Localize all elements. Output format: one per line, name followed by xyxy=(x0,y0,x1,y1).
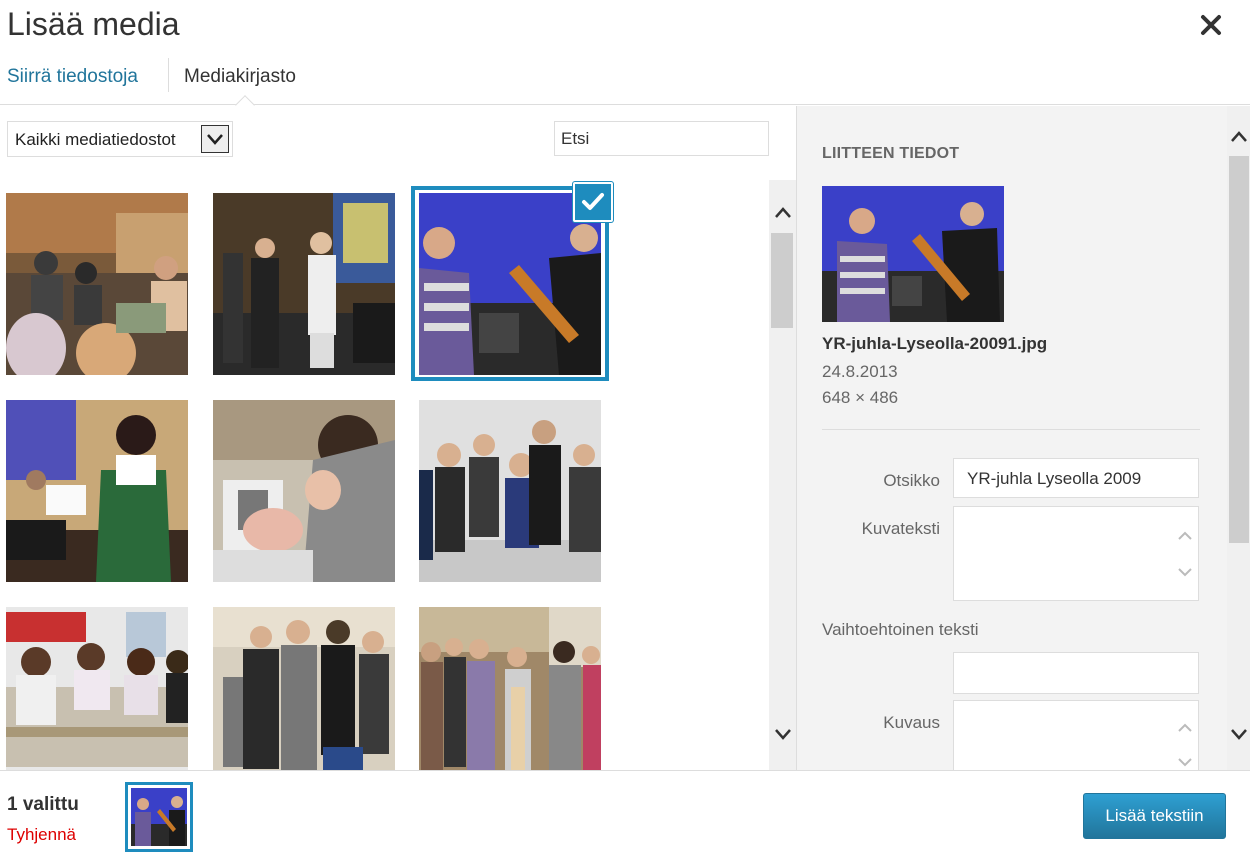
grid-scrollbar-thumb[interactable] xyxy=(771,233,793,328)
chevron-down-icon[interactable] xyxy=(1176,563,1194,581)
search-input[interactable] xyxy=(554,121,769,156)
caption-textarea[interactable] xyxy=(953,506,1199,601)
details-filename: YR-juhla-Lyseolla-20091.jpg xyxy=(822,334,1048,353)
group-hallway-photo xyxy=(419,607,601,789)
clear-selection-link[interactable]: Tyhjennä xyxy=(7,825,76,845)
media-router: Siirrä tiedostoja Mediakirjasto xyxy=(0,58,1250,115)
title-label: Otsikko xyxy=(883,471,940,490)
singers-stage-photo xyxy=(213,193,395,375)
selection-thumbnail[interactable] xyxy=(125,782,193,852)
media-filter-select[interactable]: Kaikki mediatiedostot xyxy=(7,121,233,157)
tab-media-library[interactable]: Mediakirjasto xyxy=(184,66,296,88)
selection-count: 1 valittu xyxy=(7,794,79,815)
guitar-players-preview xyxy=(822,186,1004,322)
chevron-up-icon[interactable] xyxy=(772,202,794,224)
attachment-student-microscope[interactable] xyxy=(213,400,395,582)
chevron-down-icon[interactable] xyxy=(772,723,794,745)
guitar-players-mini xyxy=(131,788,187,846)
group-boys-photo xyxy=(419,400,601,582)
alt-text-field[interactable] xyxy=(953,652,1199,694)
group-students-photo xyxy=(213,607,395,789)
attachment-singers-stage[interactable] xyxy=(213,193,395,375)
student-microscope-photo xyxy=(213,400,395,582)
chevron-up-icon[interactable] xyxy=(1176,719,1194,737)
attachment-singer-reading[interactable] xyxy=(6,400,188,582)
attachment-classroom-girls[interactable] xyxy=(6,607,188,789)
chevron-up-icon[interactable] xyxy=(1176,527,1194,545)
chevron-up-icon[interactable] xyxy=(1228,126,1250,148)
details-thumbnail xyxy=(822,186,1004,322)
attachment-group-hallway[interactable] xyxy=(419,607,601,789)
attachment-details-sidebar: LIITTEEN TIEDOT YR-juhla-Lyseolla-20091.… xyxy=(796,106,1250,780)
insert-into-post-button[interactable]: Lisää tekstiin xyxy=(1083,793,1226,839)
caption-label: Kuvateksti xyxy=(861,519,940,538)
media-modal: Lisää media Siirrä tiedostoja Mediakirja… xyxy=(0,0,1250,854)
description-label: Kuvaus xyxy=(883,713,940,732)
audience-hall-photo xyxy=(6,193,188,375)
tab-separator xyxy=(168,58,169,92)
media-toolbar-footer: 1 valittu Tyhjennä Lisää tekstiin xyxy=(0,770,1250,854)
close-icon[interactable] xyxy=(1194,8,1228,42)
details-dimensions: 648 × 486 xyxy=(822,388,899,407)
details-heading: LIITTEEN TIEDOT xyxy=(822,145,960,162)
chevron-down-icon[interactable] xyxy=(1176,753,1194,771)
active-tab-indicator xyxy=(235,95,255,115)
attachment-group-boys[interactable] xyxy=(419,400,601,582)
title-field[interactable]: YR-juhla Lyseolla 2009 xyxy=(953,458,1199,498)
sidebar-scrollbar-thumb[interactable] xyxy=(1229,156,1249,543)
singer-reading-photo xyxy=(6,400,188,582)
grid-scrollbar[interactable] xyxy=(769,180,796,770)
media-filter-value: Kaikki mediatiedostot xyxy=(15,130,176,149)
attachment-group-students[interactable] xyxy=(213,607,395,789)
details-date: 24.8.2013 xyxy=(822,362,898,381)
details-divider xyxy=(822,429,1200,430)
alt-text-label: Vaihtoehtoinen teksti xyxy=(822,620,979,639)
classroom-girls-photo xyxy=(6,607,188,789)
chevron-down-icon[interactable] xyxy=(201,125,229,153)
chevron-down-icon[interactable] xyxy=(1228,723,1250,745)
sidebar-scrollbar[interactable] xyxy=(1227,106,1250,770)
description-textarea[interactable] xyxy=(953,700,1199,780)
router-divider xyxy=(0,104,1250,105)
tab-upload-files[interactable]: Siirrä tiedostoja xyxy=(7,66,138,88)
checkmark-icon[interactable] xyxy=(573,182,613,222)
modal-title: Lisää media xyxy=(7,6,180,42)
attachment-audience-hall[interactable] xyxy=(6,193,188,375)
